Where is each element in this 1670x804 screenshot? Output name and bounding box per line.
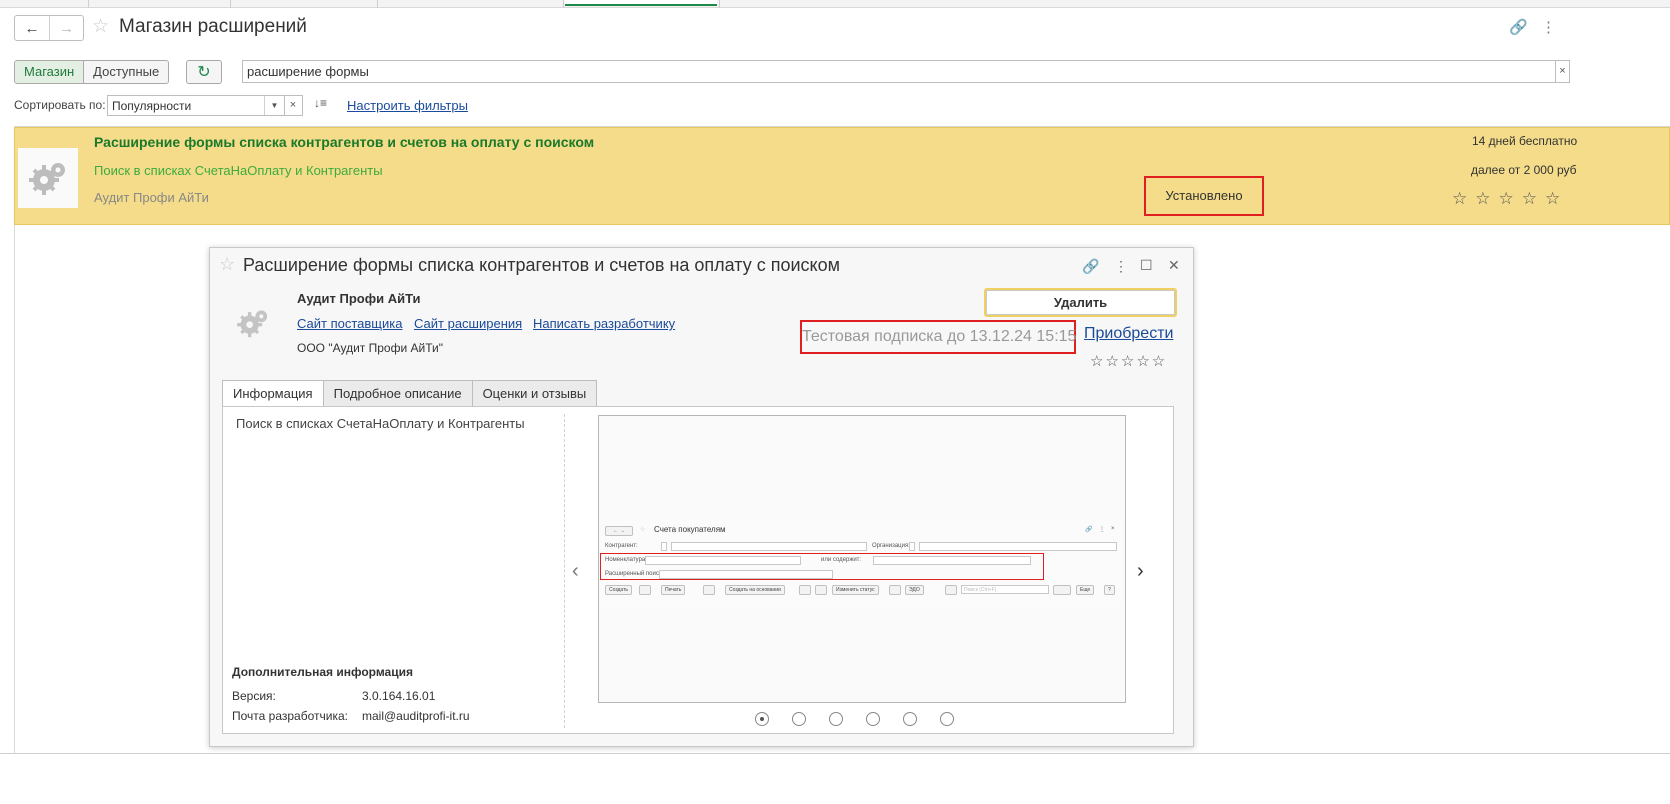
back-button[interactable]: ← <box>15 16 49 40</box>
mini-edo-button: ЭДО <box>905 585 924 595</box>
developer-email-value: mail@auditprofi-it.ru <box>362 709 470 723</box>
extension-site-link[interactable]: Сайт расширения <box>414 316 522 331</box>
configure-filters-link[interactable]: Настроить фильтры <box>347 98 468 113</box>
tab-store[interactable]: Магазин <box>15 61 85 83</box>
vendor-name: Аудит Профи АйТи <box>297 291 421 306</box>
sort-select[interactable]: Популярности <box>107 95 285 116</box>
item-trial: 14 дней бесплатно <box>1472 134 1578 148</box>
divider <box>0 753 1670 754</box>
rating-stars: ☆☆☆☆☆ <box>1452 189 1569 208</box>
chevron-down-icon[interactable]: ▼ <box>264 96 284 115</box>
search-clear-button[interactable]: × <box>1556 60 1570 83</box>
chevron-left-icon[interactable]: ‹ <box>572 560 579 583</box>
extra-info-heading: Дополнительная информация <box>232 665 413 679</box>
window-tab-strip <box>0 0 1670 8</box>
sort-label: Сортировать по: <box>14 98 106 112</box>
tab-information[interactable]: Информация <box>222 380 324 408</box>
mini-more-icon: ⋮ <box>1099 527 1105 533</box>
refresh-button[interactable]: ↻ <box>186 60 222 84</box>
active-window-tab[interactable] <box>565 0 717 6</box>
divider <box>564 414 565 728</box>
favorite-star-icon[interactable]: ☆ <box>92 15 109 38</box>
carousel-dot[interactable] <box>940 712 954 726</box>
status-badge: Установлено <box>1144 176 1264 216</box>
maximize-icon[interactable]: ☐ <box>1140 257 1153 274</box>
item-description: Поиск в списках СчетаНаОплату и Контраге… <box>94 163 383 178</box>
more-menu-icon[interactable]: ⋮ <box>1114 258 1128 275</box>
item-price: далее от 2 000 руб <box>1471 163 1577 177</box>
arrow-left-icon: ← <box>24 19 40 37</box>
carousel-dot[interactable] <box>792 712 806 726</box>
dialog-tabs: Информация Подробное описание Оценки и о… <box>222 380 598 408</box>
mini-change-status-button: Изменить статус <box>832 585 879 595</box>
mini-help-button: ? <box>1104 585 1115 595</box>
mini-link-icon: 🔗 <box>1085 527 1093 533</box>
mini-title: Счета покупателям <box>654 525 726 534</box>
version-value: 3.0.164.16.01 <box>362 689 436 703</box>
info-description: Поиск в списках СчетаНаОплату и Контраге… <box>236 416 525 431</box>
trial-subscription-text: Тестовая подписка до 13.12.24 15:15 <box>800 320 1076 354</box>
mini-print-button: Печать <box>661 585 686 595</box>
vendor-site-link[interactable]: Сайт поставщика <box>297 316 402 331</box>
sort-clear-button[interactable]: × <box>284 95 303 116</box>
mini-create-button: Создать <box>605 585 633 595</box>
chevron-right-icon[interactable]: › <box>1137 560 1144 583</box>
gear-icon <box>18 148 78 208</box>
page-title: Магазин расширений <box>119 16 307 37</box>
screenshot-preview[interactable]: ← → ☆ Счета покупателям 🔗 ⋮ × Контрагент… <box>598 415 1126 703</box>
carousel-dot[interactable] <box>903 712 917 726</box>
carousel-dot[interactable] <box>866 712 880 726</box>
version-label: Версия: <box>232 689 276 703</box>
mini-nomenclature-label: Номенклатура <box>605 557 646 563</box>
forward-button[interactable]: → <box>49 16 83 40</box>
carousel-dot[interactable] <box>829 712 843 726</box>
navigation-group: ← → <box>14 15 84 41</box>
item-vendor: Аудит Профи АйТи <box>94 190 209 205</box>
mini-extended-search-label: Расширенный поиск: <box>605 571 664 577</box>
more-menu-icon[interactable]: ⋮ <box>1541 18 1556 36</box>
mini-create-based-button: Создать на основании <box>725 585 785 595</box>
item-title[interactable]: Расширение формы списка контрагентов и с… <box>94 134 594 150</box>
search-input[interactable]: расширение формы <box>242 60 1556 83</box>
carousel-dot[interactable] <box>755 712 769 726</box>
mini-close-icon: × <box>1111 526 1115 532</box>
tab-reviews[interactable]: Оценки и отзывы <box>471 380 598 407</box>
vendor-organization: ООО "Аудит Профи АйТи" <box>297 341 443 355</box>
delete-button[interactable]: Удалить <box>984 288 1177 317</box>
write-developer-link[interactable]: Написать разработчику <box>533 316 675 331</box>
buy-link[interactable]: Приобрести <box>1084 325 1173 343</box>
carousel-dots <box>755 712 977 726</box>
sort-order-icon[interactable]: ↓≡ <box>314 96 327 110</box>
mini-more-button: Еще <box>1076 585 1095 595</box>
mini-star-icon: ☆ <box>640 527 646 533</box>
arrow-right-icon: → <box>59 19 74 37</box>
mini-nav-buttons: ← → <box>605 526 633 536</box>
mini-organization-label: Организация: <box>872 543 910 549</box>
gear-icon <box>228 298 278 348</box>
close-icon[interactable]: ✕ <box>1168 257 1180 274</box>
link-icon[interactable]: 🔗 <box>1509 18 1528 36</box>
mini-search-input: Поиск (Ctrl+F) <box>961 585 1049 594</box>
store-mode-switch: Магазин Доступные <box>14 60 170 84</box>
mini-counterparty-label: Контрагент: <box>605 543 638 549</box>
link-icon[interactable]: 🔗 <box>1082 258 1099 275</box>
tab-available[interactable]: Доступные <box>84 61 169 83</box>
refresh-icon: ↻ <box>197 64 211 81</box>
rating-stars[interactable]: ☆☆☆☆☆ <box>1090 352 1167 370</box>
mini-contains-label: или содержит: <box>821 557 862 563</box>
developer-email-label: Почта разработчика: <box>232 709 348 723</box>
favorite-star-icon[interactable]: ☆ <box>219 254 235 275</box>
tab-detailed-description[interactable]: Подробное описание <box>322 380 473 407</box>
dialog-title: Расширение формы списка контрагентов и с… <box>243 255 841 275</box>
